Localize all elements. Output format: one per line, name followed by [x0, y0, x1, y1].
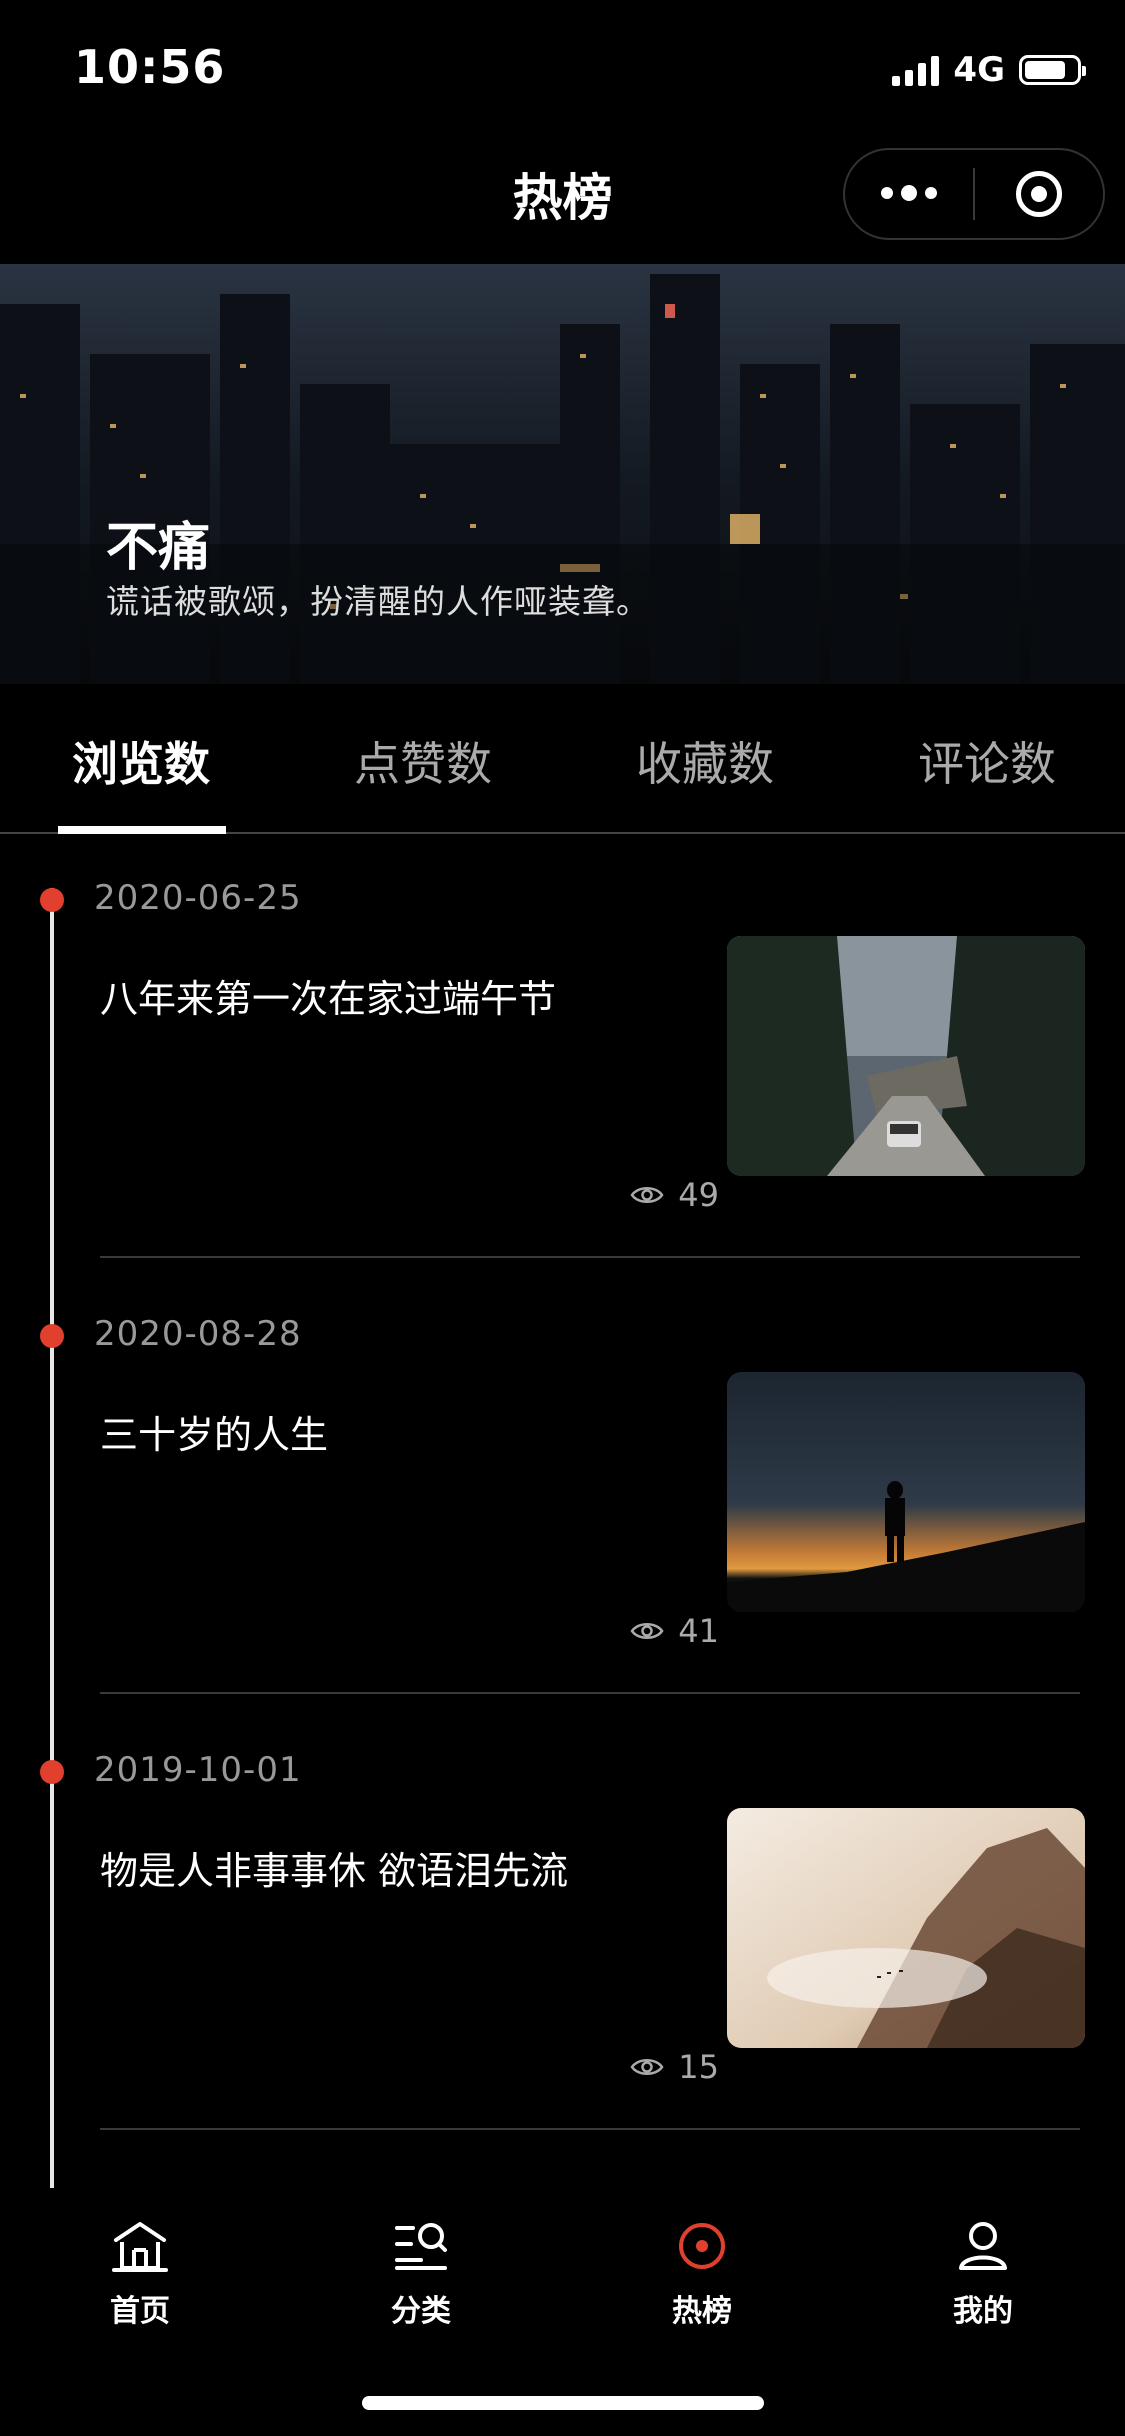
home-icon — [112, 2222, 168, 2272]
more-button[interactable] — [845, 150, 973, 238]
view-count-value: 41 — [678, 1612, 719, 1650]
close-miniapp-button[interactable] — [975, 150, 1103, 238]
tabbar-profile[interactable]: 我的 — [883, 2212, 1083, 2330]
banner-title: 不痛 — [106, 518, 211, 578]
tabbar-home[interactable]: 首页 — [40, 2212, 240, 2330]
tabbar-label: 首页 — [110, 2294, 170, 2329]
tab-likes[interactable]: 点赞数 — [282, 728, 564, 794]
post-date: 2019-10-01 — [94, 1750, 302, 1790]
tabbar-category[interactable]: 分类 — [321, 2212, 521, 2330]
status-time: 10:56 — [74, 40, 226, 94]
divider — [100, 1692, 1080, 1694]
more-dots-icon — [881, 185, 937, 201]
network-type: 4G — [953, 50, 1005, 90]
banner-subtitle: 谎话被歌颂，扮清醒的人作哑装聋。 — [106, 582, 650, 621]
battery-icon — [1019, 55, 1086, 85]
home-indicator[interactable] — [362, 2396, 764, 2410]
view-count-value: 49 — [678, 1176, 719, 1214]
post-thumbnail[interactable] — [727, 1372, 1085, 1612]
post-date: 2020-08-28 — [94, 1314, 302, 1354]
eye-icon — [630, 1187, 664, 1203]
post-date: 2020-06-25 — [94, 878, 302, 918]
list-item[interactable]: 2019-10-01 物是人非事事休 欲语泪先流 15 — [0, 1748, 1125, 2184]
target-icon — [1016, 171, 1062, 217]
timeline-dot — [40, 888, 64, 912]
eye-icon — [630, 2059, 664, 2075]
sort-tabs: 浏览数 点赞数 收藏数 评论数 — [0, 684, 1125, 834]
view-count-value: 15 — [678, 2048, 719, 2086]
timeline-dot — [40, 1760, 64, 1784]
active-tab-indicator — [58, 826, 226, 834]
post-thumbnail[interactable] — [727, 1808, 1085, 2048]
hot-target-icon — [679, 2223, 725, 2269]
divider — [100, 2128, 1080, 2130]
status-indicators: 4G — [892, 50, 1086, 90]
post-title: 三十岁的人生 — [100, 1413, 329, 1457]
tabbar-label: 我的 — [953, 2294, 1013, 2329]
post-thumbnail[interactable] — [727, 936, 1085, 1176]
tabbar-label: 热榜 — [672, 2294, 732, 2329]
post-title: 八年来第一次在家过端午节 — [100, 977, 557, 1021]
eye-icon — [630, 1623, 664, 1639]
timeline-dot — [40, 1324, 64, 1348]
tabbar-label: 分类 — [391, 2294, 451, 2329]
post-title: 物是人非事事休 欲语泪先流 — [100, 1849, 569, 1893]
view-count: 41 — [630, 1612, 719, 1650]
profile-icon — [959, 2222, 1007, 2270]
tab-views[interactable]: 浏览数 — [0, 728, 282, 794]
miniapp-capsule — [843, 148, 1105, 240]
category-search-icon — [395, 2223, 447, 2270]
tab-comments[interactable]: 评论数 — [846, 728, 1125, 794]
view-count: 15 — [630, 2048, 719, 2086]
signal-icon — [892, 54, 940, 86]
divider — [100, 1256, 1080, 1258]
view-count: 49 — [630, 1176, 719, 1214]
tab-favorites[interactable]: 收藏数 — [564, 728, 846, 794]
list-item[interactable]: 2020-06-25 八年来第一次在家过端午节 49 — [0, 876, 1125, 1312]
tabbar-hot[interactable]: 热榜 — [602, 2212, 802, 2330]
list-item[interactable]: 2020-08-28 三十岁的人生 41 — [0, 1312, 1125, 1748]
